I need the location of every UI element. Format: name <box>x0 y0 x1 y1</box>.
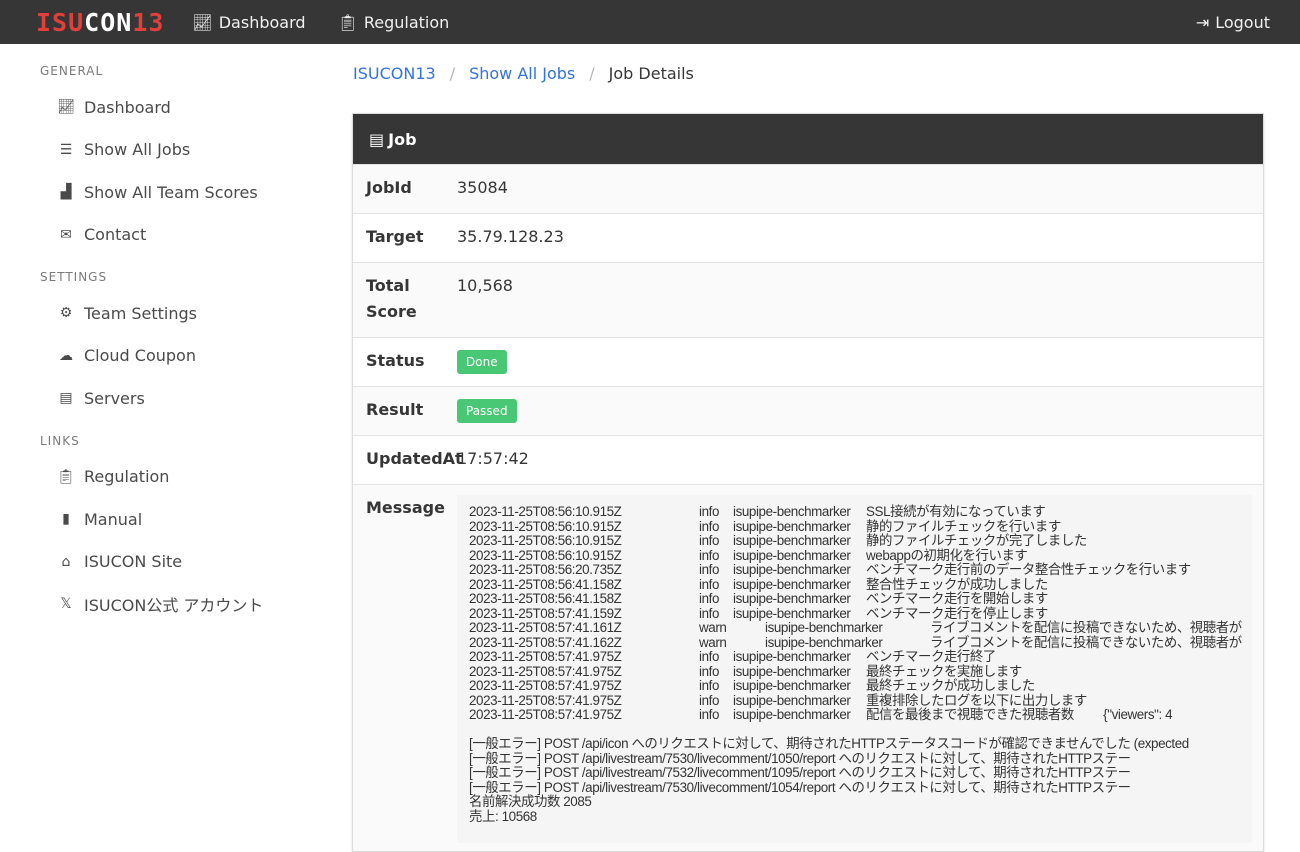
menu-label-general: GENERAL <box>40 64 104 78</box>
envelope-icon: ✉ <box>60 226 72 243</box>
log-line: 2023-11-25T08:57:41.159Z info isupipe-benc… <box>469 605 1048 621</box>
chart-line-icon: 📈︎ <box>192 12 213 32</box>
log-line: 2023-11-25T08:57:41.975Z info isupipe-benc… <box>469 692 1087 708</box>
sidebar-item-show-all-team-scores[interactable]: ▟ Show All Team Scores <box>40 171 330 214</box>
job-card: ▤ Job JobId 35084 Target 35.79.128.23 Total… <box>352 113 1264 852</box>
chart-area-icon: ▟ <box>60 184 72 201</box>
x-icon: 𝕏 <box>60 596 72 613</box>
sidebar-item-label: Manual <box>84 509 143 529</box>
sidebar-item-cloud-coupon[interactable]: ☁ Cloud Coupon <box>40 335 330 378</box>
sidebar-item-manual[interactable]: ▮ Manual <box>40 498 330 541</box>
sidebar-item-label: Servers <box>84 388 145 408</box>
nav-dashboard[interactable]: 📈︎ Dashboard <box>192 13 305 32</box>
row-total-score: Total Score 10,568 <box>353 262 1263 337</box>
menu-label-settings: SETTINGS <box>40 270 108 284</box>
server-icon: ▤ <box>59 390 73 407</box>
log-line: [一般エラー] POST /api/livestream/7530/liveco… <box>469 779 1131 795</box>
sidebar-item-contact[interactable]: ✉ Contact <box>40 214 330 257</box>
card-header: ▤ Job <box>353 114 1263 164</box>
log-line: 2023-11-25T08:56:10.915Z info isupipe-benc… <box>469 518 1061 534</box>
row-result: Result Passed <box>353 386 1263 435</box>
log-line: 2023-11-25T08:57:41.975Z info isupipe-benc… <box>469 707 1173 722</box>
log-line: [一般エラー] POST /api/livestream/7532/liveco… <box>469 765 1131 780</box>
log-line: 2023-11-25T08:56:20.735Z info isupipe-benc… <box>469 562 1191 577</box>
nav-regulation[interactable]: 📋︎ Regulation <box>338 13 450 32</box>
sidebar-item-label: Show All Jobs <box>84 140 191 160</box>
breadcrumb-show-all-jobs[interactable]: Show All Jobs <box>469 64 575 83</box>
home-icon: ⌂ <box>61 553 71 570</box>
sidebar-item-show-all-jobs[interactable]: ☰ Show All Jobs <box>40 129 330 172</box>
sidebar: GENERAL 📈︎ Dashboard ☰ Show All Jobs ▟ Show A… <box>0 44 330 640</box>
log-line: 売上: 10568 <box>469 808 537 824</box>
log-line: 2023-11-25T08:57:41.161Z warn isupipe-benc… <box>469 620 1242 635</box>
sidebar-item-label: Show All Team Scores <box>84 182 258 202</box>
log-line: 名前解決成功数 2085 <box>469 794 592 809</box>
row-jobid: JobId 35084 <box>353 164 1263 213</box>
row-message: Message 2023-11-25T08:56:10.915Z info isupi… <box>353 484 1263 851</box>
message-log[interactable]: 2023-11-25T08:56:10.915Z info isupipe-benc… <box>457 495 1252 843</box>
sidebar-item-isucon-site[interactable]: ⌂ ISUCON Site <box>40 541 330 584</box>
breadcrumb-current: Job Details <box>608 64 694 83</box>
row-updated-at: UpdatedAt 17:57:42 <box>353 435 1263 484</box>
log-line: 2023-11-25T08:56:10.915Z info isupipe-benc… <box>469 533 1087 548</box>
sidebar-item-dashboard[interactable]: 📈︎ Dashboard <box>40 86 330 129</box>
sidebar-item-regulation[interactable]: 📋︎ Regulation <box>40 456 330 499</box>
log-line: 2023-11-25T08:56:41.158Z info isupipe-benc… <box>469 576 1048 592</box>
log-line: 2023-11-25T08:56:10.915Z info isupipe-benc… <box>469 504 1046 519</box>
log-line: [一般エラー] POST /api/icon へのリクエストに対して、期待された… <box>469 736 1189 751</box>
log-line: 2023-11-25T08:57:41.975Z info isupipe-benc… <box>469 649 996 664</box>
chart-line-icon: 📈︎ <box>57 99 75 116</box>
log-line: 2023-11-25T08:56:10.915Z info isupipe-benc… <box>469 547 1028 563</box>
sidebar-item-label: Contact <box>84 225 147 245</box>
clipboard-icon: 📋︎ <box>337 12 358 32</box>
clipboard-icon: 📋︎ <box>57 468 75 485</box>
sidebar-item-label: Regulation <box>84 467 170 487</box>
breadcrumb: ISUCON13/ Show All Jobs / Job Details <box>353 64 694 83</box>
book-icon: ▮ <box>62 511 70 528</box>
cogs-icon: ⚙ <box>59 305 73 322</box>
list-alt-icon: ▤ <box>369 129 385 149</box>
log-line: [一般エラー] POST /api/livestream/7530/liveco… <box>469 750 1131 766</box>
row-target: Target 35.79.128.23 <box>353 213 1263 262</box>
sidebar-item-servers[interactable]: ▤ Servers <box>40 377 330 420</box>
status-badge: Done <box>457 350 507 374</box>
navbar: ISUCON13 📈︎ Dashboard 📋︎ Regulation ⇥ Logou… <box>0 0 1300 44</box>
sidebar-item-label: Team Settings <box>84 303 197 323</box>
sidebar-item-label: ISUCON公式 アカウント <box>84 596 264 616</box>
result-badge: Passed <box>457 399 517 423</box>
log-line: 2023-11-25T08:57:41.975Z info isupipe-benc… <box>469 663 1022 679</box>
sidebar-item-label: Dashboard <box>84 97 171 117</box>
isucon-logo[interactable]: ISUCON13 <box>36 8 164 37</box>
sidebar-item-label: Cloud Coupon <box>84 346 196 366</box>
cloud-icon: ☁ <box>59 347 73 364</box>
log-line: 2023-11-25T08:57:41.162Z warn isupipe-benc… <box>469 634 1242 650</box>
sidebar-item-label: ISUCON Site <box>84 552 183 572</box>
log-line: 2023-11-25T08:56:41.158Z info isupipe-benc… <box>469 591 1048 606</box>
sidebar-item-team-settings[interactable]: ⚙ Team Settings <box>40 292 330 335</box>
logout-button[interactable]: ⇥ Logout <box>1196 13 1270 32</box>
menu-label-links: LINKS <box>40 433 80 448</box>
sign-out-icon: ⇥ <box>1195 12 1210 32</box>
row-status: Status Done <box>353 337 1263 386</box>
sidebar-item-isucon-[interactable]: 𝕏 ISUCON公式 アカウント <box>40 583 330 626</box>
log-line: 2023-11-25T08:57:41.975Z info isupipe-benc… <box>469 678 1035 693</box>
breadcrumb-isucon13[interactable]: ISUCON13 <box>353 64 436 83</box>
list-icon: ☰ <box>59 141 73 158</box>
